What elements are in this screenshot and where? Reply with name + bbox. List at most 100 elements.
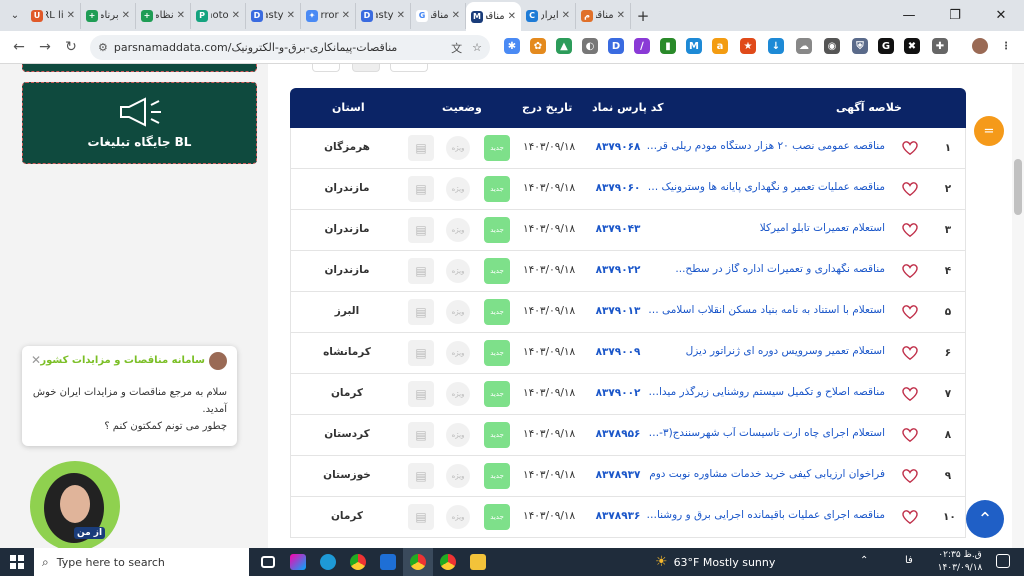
extension-icon-9[interactable]: a bbox=[712, 38, 728, 54]
tray-chevron-icon[interactable]: ⌃ bbox=[860, 555, 868, 566]
favorite-heart-icon[interactable] bbox=[901, 304, 919, 320]
favorite-heart-icon[interactable] bbox=[901, 509, 919, 525]
favorite-heart-icon[interactable] bbox=[901, 263, 919, 279]
favorite-heart-icon[interactable] bbox=[901, 468, 919, 484]
tender-code[interactable]: ۸۳۷۸۹۵۶ bbox=[593, 428, 643, 440]
extension-icon-4[interactable]: ◐ bbox=[582, 38, 598, 54]
tab-close-icon[interactable]: ✕ bbox=[67, 10, 75, 21]
tab-close-icon[interactable]: ✕ bbox=[617, 10, 625, 21]
extension-icon-12[interactable]: ☁ bbox=[796, 38, 812, 54]
tender-code[interactable]: ۸۳۷۹۰۴۳ bbox=[593, 223, 643, 235]
tender-code[interactable]: ۸۳۷۹۰۶۸ bbox=[593, 141, 643, 153]
notifications-icon[interactable] bbox=[996, 554, 1010, 568]
browser-tab[interactable]: DDasty✕ bbox=[356, 2, 411, 29]
extension-icon-15[interactable]: G bbox=[878, 38, 894, 54]
reload-button[interactable]: ↻ bbox=[58, 34, 84, 60]
browser-tab[interactable]: Gمناقص✕ bbox=[411, 2, 466, 29]
extension-icon-13[interactable]: ◉ bbox=[824, 38, 840, 54]
bookmark-star-icon[interactable]: ☆ bbox=[472, 41, 482, 54]
close-window-button[interactable]: ✕ bbox=[978, 0, 1024, 31]
extension-icon-11[interactable]: ↓ bbox=[768, 38, 784, 54]
tender-code[interactable]: ۸۳۷۹۰۰۲ bbox=[593, 387, 643, 399]
browser-tab[interactable]: ممناقص✕ bbox=[576, 2, 631, 29]
extension-icon-2[interactable]: ✿ bbox=[530, 38, 546, 54]
browser-tab[interactable]: UURL li✕ bbox=[26, 2, 81, 29]
tender-title-link[interactable]: مناقصه عملیات تعمیر و نگهداری پایانه ها … bbox=[645, 181, 885, 193]
minimize-button[interactable]: — bbox=[886, 0, 932, 31]
tender-title-link[interactable]: استعلام اجرای چاه ارت تاسیسات آب شهرسنند… bbox=[645, 427, 885, 439]
filter-control-2[interactable] bbox=[352, 64, 380, 72]
document-icon[interactable]: ▤ bbox=[408, 217, 434, 243]
browser-tab[interactable]: DDasty✕ bbox=[246, 2, 301, 29]
edge-icon[interactable] bbox=[313, 548, 343, 576]
tender-code[interactable]: ۸۳۷۸۹۳۷ bbox=[593, 469, 643, 481]
back-button[interactable]: ← bbox=[6, 34, 32, 60]
document-icon[interactable]: ▤ bbox=[408, 340, 434, 366]
document-icon[interactable]: ▤ bbox=[408, 422, 434, 448]
favorite-heart-icon[interactable] bbox=[901, 386, 919, 402]
browser-menu-icon[interactable]: ⋮ bbox=[998, 38, 1014, 54]
favorite-heart-icon[interactable] bbox=[901, 345, 919, 361]
extension-icon-3[interactable]: ▲ bbox=[556, 38, 572, 54]
maximize-button[interactable]: ❐ bbox=[932, 0, 978, 31]
table-row[interactable]: ۱۰ مناقصه اجرای عملیات باقیمانده اجرایی ب… bbox=[290, 497, 966, 538]
copilot-icon[interactable] bbox=[283, 548, 313, 576]
tab-close-icon[interactable]: ✕ bbox=[452, 10, 460, 21]
favorite-heart-icon[interactable] bbox=[901, 181, 919, 197]
extension-icon-16[interactable]: ✖ bbox=[904, 38, 920, 54]
extension-icon-7[interactable]: ▮ bbox=[660, 38, 676, 54]
tab-close-icon[interactable]: ✕ bbox=[122, 10, 130, 21]
tender-title-link[interactable]: استعلام تعمیرات تابلو امیرکلا bbox=[645, 222, 885, 234]
extension-icon-8[interactable]: M bbox=[686, 38, 702, 54]
table-row[interactable]: ۱ مناقصه عمومی نصب ۲۰ هزار دستگاه مودم ری… bbox=[290, 128, 966, 169]
outlook-icon[interactable] bbox=[373, 548, 403, 576]
taskbar-search[interactable]: ⌕ Type here to search bbox=[34, 548, 249, 576]
document-icon[interactable]: ▤ bbox=[408, 176, 434, 202]
filter-control-3[interactable] bbox=[390, 64, 428, 72]
favorite-heart-icon[interactable] bbox=[901, 140, 919, 156]
tender-code[interactable]: ۸۳۷۹۰۰۹ bbox=[593, 346, 643, 358]
task-view-icon[interactable] bbox=[253, 548, 283, 576]
scrollbar[interactable] bbox=[1012, 64, 1024, 548]
browser-tab[interactable]: +نظام✕ bbox=[136, 2, 191, 29]
site-info-icon[interactable]: ⚙ bbox=[98, 41, 108, 54]
table-row[interactable]: ۲ مناقصه عملیات تعمیر و نگهداری پایانه ها… bbox=[290, 169, 966, 210]
document-icon[interactable]: ▤ bbox=[408, 135, 434, 161]
extension-icon-1[interactable]: ✱ bbox=[504, 38, 520, 54]
file-explorer-icon[interactable] bbox=[463, 548, 493, 576]
browser-tab[interactable]: Cایران✕ bbox=[521, 2, 576, 29]
browser-tab[interactable]: PPhoto✕ bbox=[191, 2, 246, 29]
browser-tab[interactable]: ✦Error✕ bbox=[301, 2, 356, 29]
tab-close-icon[interactable]: ✕ bbox=[232, 10, 240, 21]
extension-icon-10[interactable]: ★ bbox=[740, 38, 756, 54]
table-row[interactable]: ۸ استعلام اجرای چاه ارت تاسیسات آب شهرسنن… bbox=[290, 415, 966, 456]
extensions-puzzle-icon[interactable]: ✚ bbox=[932, 38, 948, 54]
start-button[interactable] bbox=[0, 548, 34, 576]
table-row[interactable]: ۶ استعلام تعمیر وسرویس دوره ای ژنراتور دی… bbox=[290, 333, 966, 374]
menu-fab-button[interactable]: = bbox=[974, 116, 1004, 146]
favorite-heart-icon[interactable] bbox=[901, 427, 919, 443]
extension-icon-6[interactable]: ∕ bbox=[634, 38, 650, 54]
document-icon[interactable]: ▤ bbox=[408, 504, 434, 530]
table-row[interactable]: ۹ فراخوان ارزیابی کیفی خرید خدمات مشاوره … bbox=[290, 456, 966, 497]
profile-avatar-icon[interactable] bbox=[972, 38, 988, 54]
chrome-active-icon[interactable] bbox=[403, 548, 433, 576]
tender-title-link[interactable]: استعلام با استناد به نامه بنیاد مسکن انق… bbox=[645, 304, 885, 316]
document-icon[interactable]: ▤ bbox=[408, 463, 434, 489]
chat-launcher-avatar[interactable]: از من bbox=[30, 461, 120, 548]
tender-title-link[interactable]: استعلام تعمیر وسرویس دوره ای ژنراتور دیز… bbox=[645, 345, 885, 357]
tab-close-icon[interactable]: ✕ bbox=[342, 10, 350, 21]
favorite-heart-icon[interactable] bbox=[901, 222, 919, 238]
translate-icon[interactable]: 文 bbox=[451, 40, 462, 56]
tender-title-link[interactable]: مناقصه نگهداری و تعمیرات اداره گاز در سط… bbox=[645, 263, 885, 275]
browser-tab[interactable]: +برنامه✕ bbox=[81, 2, 136, 29]
scrollbar-thumb[interactable] bbox=[1014, 159, 1022, 215]
ad-slot-top[interactable] bbox=[22, 64, 257, 72]
extension-icon-5[interactable]: D bbox=[608, 38, 624, 54]
tender-code[interactable]: ۸۳۷۸۹۳۶ bbox=[593, 510, 643, 522]
browser-tab[interactable]: Mمناقص✕ bbox=[466, 2, 521, 31]
weather-widget[interactable]: ☀ 63°F Mostly sunny bbox=[655, 548, 775, 576]
tender-code[interactable]: ۸۳۷۹۰۶۰ bbox=[593, 182, 643, 194]
tab-close-icon[interactable]: ✕ bbox=[287, 10, 295, 21]
clock[interactable]: ق.ظ ۰۲:۳۵ ۱۴۰۳/۰۹/۱۸ bbox=[935, 549, 985, 575]
